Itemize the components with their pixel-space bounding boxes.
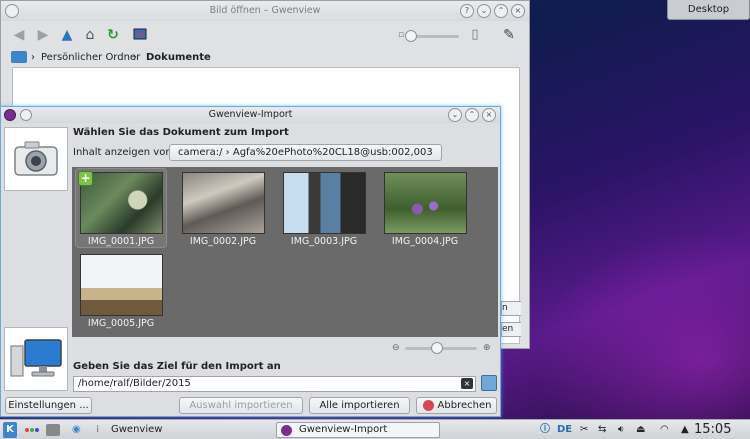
photo-thumbnail	[80, 254, 163, 316]
zoom-large-icon: ▯	[471, 27, 479, 42]
task-label: Gwenview-Import	[299, 424, 388, 435]
desktop-button[interactable]: Desktop	[667, 0, 750, 20]
back-arrow-icon[interactable]: ◀	[11, 27, 27, 43]
source-label: Inhalt anzeigen von:	[73, 147, 176, 158]
photo-thumbnail	[182, 172, 265, 234]
zoom-in-icon[interactable]: ⊕	[483, 343, 491, 353]
thumbnail-caption: IMG_0005.JPG	[87, 318, 155, 329]
destination-input[interactable]: /home/ralf/Bilder/2015	[73, 376, 476, 392]
cancel-label: Abbrechen	[437, 400, 492, 411]
kde-menu-icon[interactable]: K	[3, 422, 17, 438]
photo-thumbnail	[283, 172, 366, 234]
destination-label: Geben Sie das Ziel für den Import an	[73, 361, 281, 372]
taskbar: K ◉ ⁞ Gwenview Gwenview-Import ⓘ DE ✂ ⇆ …	[0, 419, 750, 439]
firefox-icon[interactable]: ◉	[72, 422, 81, 438]
up-arrow-icon[interactable]: ▲	[59, 27, 75, 43]
cancel-button[interactable]: Abbrechen	[416, 397, 497, 414]
device-notifier-icon[interactable]: ⏏	[636, 422, 645, 438]
clear-text-icon[interactable]: ×	[461, 378, 473, 389]
help-icon[interactable]: ?	[460, 4, 474, 18]
window-menu-icon[interactable]	[5, 4, 19, 18]
close-icon[interactable]: ×	[511, 4, 525, 18]
import-selection-button[interactable]: Auswahl importieren	[179, 397, 303, 414]
zoom-out-icon[interactable]: ⊖	[392, 343, 400, 353]
thumbnail-grid[interactable]: + IMG_0001.JPG IMG_0002.JPG IMG_0003.JPG…	[72, 167, 498, 337]
window-title: Bild öffnen – Gwenview	[209, 5, 321, 16]
import-dialog: Gwenview-Import ⌄ ⌃ × Wählen Sie das Dok…	[0, 106, 501, 417]
open-button-partial[interactable]: n	[501, 301, 521, 316]
view-icon[interactable]	[132, 27, 148, 43]
thumbnail-caption: IMG_0002.JPG	[189, 236, 257, 247]
clock[interactable]: 15:05	[694, 422, 731, 438]
thumbnail-item[interactable]: IMG_0005.JPG	[76, 251, 166, 329]
keyboard-layout-indicator[interactable]: DE	[557, 422, 572, 438]
home-icon[interactable]: ⌂	[82, 27, 98, 43]
cancel-icon	[423, 400, 434, 411]
window-titlebar[interactable]: Bild öffnen – Gwenview ? ⌄ ⌃ ×	[1, 1, 529, 21]
tray-expand-icon[interactable]: ▲	[681, 422, 689, 438]
task-gwenview-import[interactable]: Gwenview-Import	[276, 422, 440, 438]
source-location-button[interactable]: camera:/ › Agfa%20ePhoto%20CL18@usb:002,…	[169, 144, 442, 161]
breadcrumb-home[interactable]: Persönlicher Ordner	[41, 49, 140, 67]
desktop-wallpaper-glow	[520, 220, 750, 420]
maximize-icon[interactable]: ⌃	[494, 4, 508, 18]
dialog-titlebar[interactable]: Gwenview-Import ⌄ ⌃ ×	[1, 107, 500, 123]
network-icon[interactable]: ⇆	[598, 422, 606, 438]
dolphin-icon[interactable]	[46, 424, 60, 436]
close-icon[interactable]: ×	[482, 108, 496, 122]
thumbnail-caption: IMG_0001.JPG	[87, 236, 155, 247]
dialog-title: Gwenview-Import	[208, 109, 293, 120]
reload-icon[interactable]: ↻	[105, 27, 121, 43]
places-icon[interactable]	[11, 51, 27, 63]
thumbnail-item[interactable]: + IMG_0001.JPG	[75, 168, 167, 248]
folder-browse-icon[interactable]	[481, 375, 497, 391]
select-heading: Wählen Sie das Dokument zum Import	[73, 127, 289, 138]
gwenview-app-icon[interactable]	[4, 109, 16, 121]
volume-icon[interactable]: 🔉︎	[618, 422, 624, 438]
settings-tools-icon[interactable]: ✎	[501, 27, 517, 43]
maximize-icon[interactable]: ⌃	[465, 108, 479, 122]
breadcrumb-current[interactable]: Dokumente	[146, 49, 211, 67]
thumbnail-caption: IMG_0003.JPG	[290, 236, 358, 247]
computer-icon	[4, 327, 68, 391]
gwenview-app-icon	[281, 425, 292, 436]
breadcrumb: › Persönlicher Ordner › Dokumente	[1, 49, 529, 67]
import-all-button[interactable]: Alle importieren	[309, 397, 410, 414]
thumbnail-item[interactable]: IMG_0004.JPG	[380, 169, 470, 247]
zoom-slider-handle[interactable]	[405, 30, 417, 42]
thumbnail-item[interactable]: IMG_0002.JPG	[178, 169, 268, 247]
breadcrumb-separator: ›	[133, 52, 137, 63]
photo-thumbnail	[384, 172, 467, 234]
breadcrumb-separator: ›	[31, 52, 35, 63]
task-gwenview[interactable]: Gwenview	[88, 422, 248, 438]
pin-icon[interactable]	[20, 109, 32, 121]
thumbnail-item[interactable]: IMG_0003.JPG	[279, 169, 369, 247]
thumbnail-size-handle[interactable]	[431, 342, 443, 354]
cancel-button-partial[interactable]: en	[501, 322, 521, 337]
forward-arrow-icon[interactable]: ▶	[35, 27, 51, 43]
plus-icon[interactable]: +	[78, 171, 93, 186]
minimize-icon[interactable]: ⌄	[477, 4, 491, 18]
minimize-icon[interactable]: ⌄	[448, 108, 462, 122]
settings-button[interactable]: Einstellungen ...	[5, 397, 92, 414]
camera-icon	[4, 127, 68, 191]
pager-icon[interactable]	[24, 422, 40, 438]
thumbnail-caption: IMG_0004.JPG	[391, 236, 459, 247]
scissors-icon[interactable]: ✂	[580, 422, 588, 438]
wifi-icon[interactable]: ◠	[660, 422, 669, 438]
info-icon[interactable]: ⓘ	[540, 422, 550, 438]
